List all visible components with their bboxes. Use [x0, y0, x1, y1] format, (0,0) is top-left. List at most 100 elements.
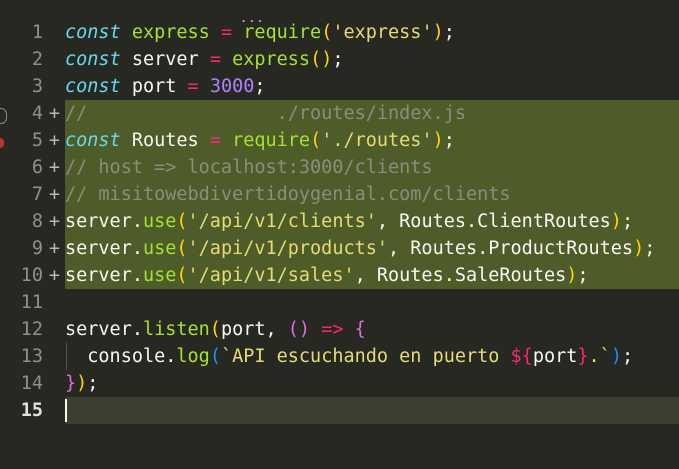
- line-gutter[interactable]: 15: [0, 397, 64, 424]
- line-gutter[interactable]: 2: [0, 46, 64, 73]
- code-token: (: [176, 238, 188, 259]
- diff-added-icon: +: [48, 211, 60, 232]
- code-line[interactable]: 13 console.log(`API escuchando en puerto…: [0, 343, 679, 370]
- code-token: , Routes.SaleRoutes: [354, 265, 567, 286]
- code-token: (): [310, 49, 333, 70]
- code-token: ${: [510, 346, 533, 367]
- code-token: port: [120, 76, 188, 97]
- line-gutter[interactable]: 3: [0, 73, 64, 100]
- code-line[interactable]: 2 const server = express();: [0, 46, 679, 73]
- diff-added-icon: +: [48, 265, 60, 286]
- code-token: }: [577, 346, 589, 367]
- line-number: 14: [20, 373, 43, 394]
- line-gutter[interactable]: 11: [0, 289, 64, 316]
- diff-added-icon: +: [48, 103, 60, 124]
- line-gutter[interactable]: 1: [0, 19, 64, 46]
- code-token: Routes: [120, 130, 210, 151]
- line-number: 6: [31, 157, 43, 178]
- code-token: (: [209, 319, 221, 340]
- line-gutter[interactable]: 8 +: [0, 208, 64, 235]
- code-token: {: [354, 319, 366, 340]
- line-code: server.listen(port, () => {: [65, 316, 366, 343]
- code-line[interactable]: 3 const port = 3000;: [0, 73, 679, 100]
- code-token: use: [142, 265, 177, 286]
- line-gutter[interactable]: 9 +: [0, 235, 64, 262]
- code-token: ;: [644, 238, 656, 259]
- code-token: , Routes.ClientRoutes: [376, 211, 611, 232]
- code-token: console.: [65, 346, 177, 367]
- code-line[interactable]: 8 + server.use('/api/v1/clients', Routes.C…: [0, 208, 679, 235]
- code-token: '/api/v1/clients': [187, 211, 377, 232]
- code-token: ): [76, 373, 88, 394]
- code-token: (: [176, 265, 188, 286]
- line-number: 1: [31, 22, 43, 43]
- quick-fix-hint-icon[interactable]: ...: [240, 11, 265, 25]
- line-gutter[interactable]: 5 +: [0, 127, 64, 154]
- line-number: 9: [31, 238, 43, 259]
- line-gutter[interactable]: 14: [0, 370, 64, 397]
- text-cursor: [65, 399, 67, 422]
- line-gutter[interactable]: 12: [0, 316, 64, 343]
- code-token: ;: [621, 346, 634, 367]
- line-gutter[interactable]: 7 +: [0, 181, 64, 208]
- line-number: 15: [20, 400, 43, 421]
- code-token: .`: [588, 346, 611, 367]
- code-token: ;: [443, 22, 455, 43]
- line-gutter[interactable]: 4 +: [0, 100, 64, 127]
- code-token: server.: [65, 211, 143, 232]
- code-editor[interactable]: 1 const express = require('express');... 2…: [0, 0, 679, 469]
- diff-added-icon: +: [48, 238, 60, 259]
- code-token: ;: [87, 373, 99, 394]
- code-token: use: [142, 211, 177, 232]
- code-token: =: [187, 76, 199, 97]
- line-code: console.log(`API escuchando en puerto ${…: [65, 343, 633, 370]
- code-token: ): [432, 130, 444, 151]
- line-code: });: [65, 370, 98, 397]
- code-line[interactable]: 14});: [0, 370, 679, 397]
- code-line[interactable]: 1 const express = require('express');...: [0, 11, 679, 46]
- code-token: (): [287, 319, 311, 340]
- line-gutter[interactable]: 6 +: [0, 154, 64, 181]
- code-token: ;: [577, 265, 589, 286]
- code-token: (: [321, 22, 333, 43]
- code-token: require: [243, 22, 322, 43]
- code-token: const: [65, 22, 121, 43]
- code-line[interactable]: 9 + server.use('/api/v1/products', Routes.…: [0, 235, 679, 262]
- code-line[interactable]: 4 +// ./routes/index.js: [0, 100, 679, 127]
- line-number: 10: [20, 265, 43, 286]
- code-token: '/api/v1/sales': [187, 265, 355, 286]
- code-token: server: [120, 49, 210, 70]
- line-code: const server = express();: [65, 46, 343, 73]
- diff-added-icon: +: [48, 184, 60, 205]
- code-token: port,: [220, 319, 288, 340]
- code-token: const: [65, 130, 121, 151]
- code-token: use: [142, 238, 177, 259]
- code-line[interactable]: 5 + const Routes = require('./routes');: [0, 127, 679, 154]
- code-line[interactable]: 6 +// host => localhost:3000/clients: [0, 154, 679, 181]
- line-code: server.use('/api/v1/sales', Routes.SaleR…: [65, 262, 589, 289]
- code-line[interactable]: 12 server.listen(port, () => {: [0, 316, 679, 343]
- code-line[interactable]: 7 +// misitowebdivertidoygenial.com/clien…: [0, 181, 679, 208]
- code-token: =: [209, 49, 221, 70]
- code-line[interactable]: 10 + server.use('/api/v1/sales', Routes.Sa…: [0, 262, 679, 289]
- code-token: server.: [65, 319, 143, 340]
- line-gutter[interactable]: 13: [0, 343, 64, 370]
- code-token: ;: [443, 130, 455, 151]
- line-gutter[interactable]: 10 +: [0, 262, 64, 289]
- line-code: // host => localhost:3000/clients: [65, 154, 433, 181]
- line-code: // ./routes/index.js: [65, 100, 466, 127]
- line-number: 3: [31, 76, 43, 97]
- code-line[interactable]: 15: [0, 397, 679, 424]
- diff-added-icon: +: [48, 157, 60, 178]
- line-code: // misitowebdivertidoygenial.com/clients: [65, 181, 511, 208]
- line-number: 2: [31, 49, 43, 70]
- code-line[interactable]: 11: [0, 289, 679, 316]
- line-code: server.use('/api/v1/clients', Routes.Cli…: [65, 208, 633, 235]
- code-token: // misitowebdivertidoygenial.com/clients: [65, 184, 511, 205]
- line-number: 12: [20, 319, 43, 340]
- code-token: express: [131, 22, 210, 43]
- code-token: (: [310, 130, 322, 151]
- current-line-highlight: [65, 397, 679, 424]
